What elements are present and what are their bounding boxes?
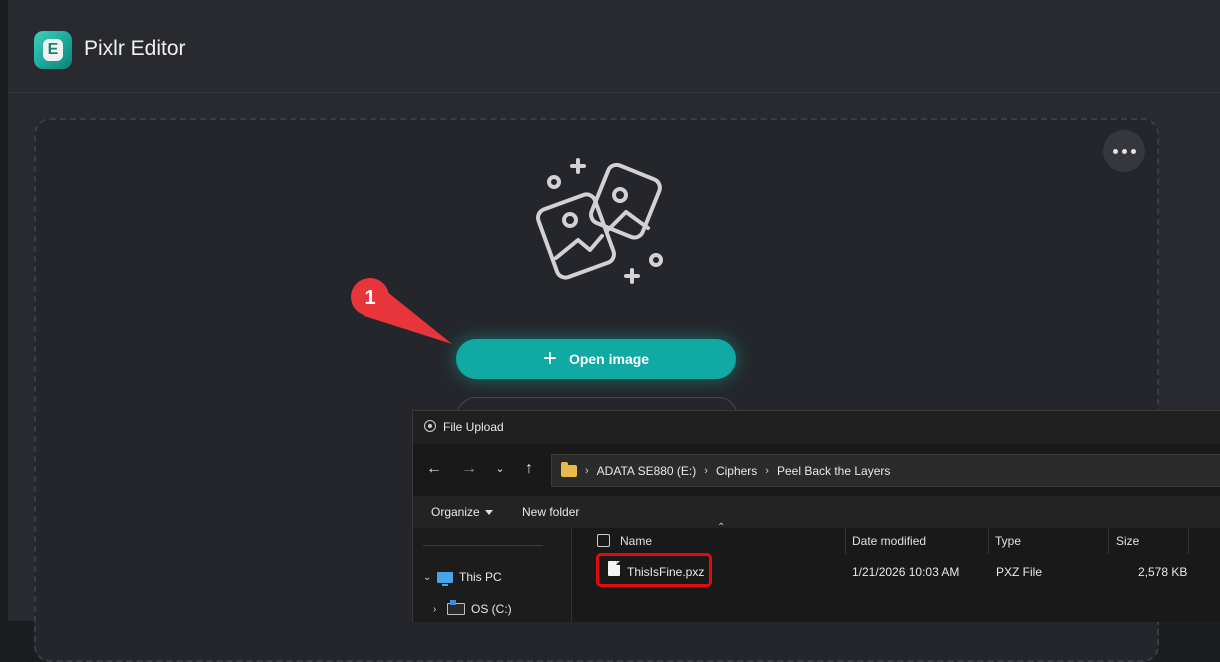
organize-button[interactable]: Organize [431, 505, 493, 519]
open-image-label: Open image [568, 351, 650, 367]
column-divider[interactable] [1108, 528, 1109, 554]
dot-icon [1112, 148, 1118, 154]
upload-dialog-icon [424, 420, 436, 432]
breadcrumb-ciphers[interactable]: Ciphers [716, 464, 757, 478]
back-arrow-icon[interactable]: ← [423, 458, 445, 480]
breadcrumb-drive[interactable]: ADATA SE880 (E:) [597, 464, 697, 478]
forward-arrow-icon[interactable]: → [458, 458, 480, 480]
navigation-bar: ← → ⌄ ↑ › ADATA SE880 (E:) › Ciphers › P… [413, 444, 1220, 496]
sort-up-icon: ⌃ [717, 522, 726, 533]
column-header-type[interactable]: Type [995, 534, 1021, 548]
collapsed-chevron-icon[interactable]: › [433, 604, 447, 615]
column-divider[interactable] [845, 528, 846, 554]
plus-icon: + [542, 345, 557, 372]
breadcrumb-chevron-icon[interactable]: › [765, 465, 769, 477]
column-header-date-modified[interactable]: Date modified [852, 534, 926, 548]
new-folder-label: New folder [522, 505, 580, 519]
breadcrumb-chevron-icon[interactable]: › [585, 465, 589, 477]
recent-locations-chevron-icon[interactable]: ⌄ [489, 458, 511, 480]
step-annotation-pointer: 1 [351, 278, 452, 344]
navigation-pane: ⌄ This PC › OS (C:) [413, 528, 572, 622]
column-divider[interactable] [988, 528, 989, 554]
tree-item-os-c[interactable]: › OS (C:) [433, 600, 512, 616]
organize-label: Organize [431, 505, 480, 519]
logo-letter: E [43, 39, 63, 61]
up-arrow-icon[interactable]: ↑ [518, 458, 540, 480]
annotation-number: 1 [364, 287, 375, 309]
tree-item-this-pc[interactable]: ⌄ This PC [423, 570, 502, 586]
images-illustration-icon [536, 158, 663, 284]
file-highlight-box [596, 553, 712, 587]
drive-icon [447, 600, 465, 615]
app-header: E Pixlr Editor [8, 0, 1220, 93]
more-options-button[interactable] [1103, 130, 1145, 172]
pc-icon [437, 571, 453, 586]
address-bar[interactable]: › ADATA SE880 (E:) › Ciphers › Peel Back… [551, 454, 1220, 487]
tree-label: OS (C:) [471, 602, 512, 616]
dropdown-caret-icon [484, 510, 493, 516]
column-divider[interactable] [1188, 528, 1189, 554]
breadcrumb-current-folder[interactable]: Peel Back the Layers [777, 464, 890, 478]
command-bar: Organize New folder [413, 496, 1220, 529]
pixlr-logo[interactable]: E [34, 31, 72, 69]
expanded-chevron-icon[interactable]: ⌄ [423, 572, 437, 583]
app-title: Pixlr Editor [84, 37, 186, 60]
dialog-titlebar[interactable]: File Upload [413, 411, 1220, 444]
dialog-title: File Upload [443, 420, 504, 434]
dot-icon [1121, 148, 1127, 154]
file-upload-dialog: File Upload ← → ⌄ ↑ › ADATA SE880 (E:) ›… [412, 410, 1220, 622]
file-type: PXZ File [996, 565, 1043, 579]
nav-divider [423, 545, 543, 546]
folder-icon [561, 461, 577, 477]
open-image-button[interactable]: + Open image [456, 339, 736, 379]
breadcrumb-chevron-icon[interactable]: › [704, 465, 708, 477]
file-size: 2,578 KB [1138, 565, 1188, 579]
tree-label: This PC [459, 570, 502, 584]
column-header-size[interactable]: Size [1116, 534, 1139, 548]
new-folder-button[interactable]: New folder [522, 505, 579, 519]
column-header-name[interactable]: Name [620, 534, 652, 548]
dot-icon [1130, 148, 1136, 154]
select-all-checkbox[interactable] [597, 534, 610, 547]
file-date-modified: 1/21/2026 10:03 AM [852, 565, 960, 579]
